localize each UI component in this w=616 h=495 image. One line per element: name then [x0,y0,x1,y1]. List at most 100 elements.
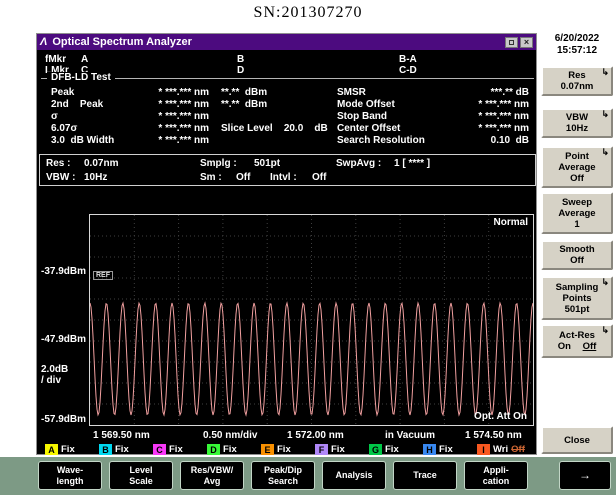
softkey-trace[interactable]: Trace [393,461,457,490]
key-line: Appli- [483,465,509,475]
trace-g-box: G [369,444,382,455]
row-level: Slice Level 20.0 dB [221,123,328,134]
row-wl: * ***.*** nm [158,123,209,134]
key-line: Peak/Dip [263,465,303,475]
more-icon: ↳ [601,325,609,335]
lmkr-diff: C-D [399,65,417,76]
softkey-analysis[interactable]: Analysis [322,461,386,490]
fmkr-diff: B-A [399,54,417,65]
trace-d-box: D [207,444,220,455]
row-level: **.** dBm [221,87,268,98]
sm-label: Sm : [200,172,222,183]
row-rvalue: 0.10 dB [490,135,529,146]
vbw-label: VBW : [46,172,76,183]
side-key-vbw[interactable]: ↳ VBW 10Hz [541,108,613,138]
time-text: 15:57:12 [556,45,598,56]
trace-c-box: C [153,444,166,455]
analysis-row: 2nd Peak * ***.*** nm **.** dBm Mode Off… [41,99,534,111]
trace-legend: A Fix B Fix C Fix D Fix E Fix F Fix G Fix H Fix … [45,443,534,456]
intvl-label: Intvl : [270,172,297,183]
trace-g-state: Fix [385,444,399,455]
key-line: Sweep [561,196,593,208]
key-line: Off [570,255,584,266]
x-label-div: 0.50 nm/div [203,430,258,441]
side-key-smooth[interactable]: ↳ Smooth Off [541,240,613,270]
act-res-on-option[interactable]: On [558,341,571,352]
more-icon: ↳ [601,109,609,119]
next-menu-arrow-icon: → [579,468,591,483]
res-value: 0.07nm [84,158,119,169]
key-line: Smooth [559,244,595,255]
trace-mode-label: Normal [493,217,528,228]
act-res-off-option[interactable]: Off [583,341,597,352]
restore-glyph [509,39,514,45]
trace-f-box: F [315,444,328,455]
softkey-application[interactable]: Appli- cation [464,461,528,490]
row-rvalue: * ***.*** nm [478,99,529,110]
softkey-peak-dip-search[interactable]: Peak/Dip Search [251,461,315,490]
softkey-next-menu[interactable]: → [559,461,611,490]
window-title: Optical Spectrum Analyzer [52,36,192,48]
analysis-row: σ * ***.*** nm Stop Band * ***.*** nm [41,111,534,123]
smplg-value: 501pt [254,158,281,169]
trace-b-state: Fix [115,444,129,455]
y-scale-value: 2.0dB [41,364,69,375]
trace-a-state: Fix [61,444,75,455]
side-key-close[interactable]: Close [541,426,613,454]
row-label: 6.07σ [51,123,78,134]
key-line: 1 [574,218,580,230]
settings-summary: Res : 0.07nm Smplg : 501pt SwpAvg : 1 [ … [39,154,536,186]
trace-c-state: Fix [169,444,183,455]
trace-d-state: Fix [223,444,237,455]
row-label: Peak [51,87,75,98]
key-line: Level [129,465,153,475]
trace-e-box: E [261,444,274,455]
close-icon[interactable]: × [520,36,533,48]
restore-icon[interactable] [505,36,518,48]
trace-indicator-f: F Fix [315,444,369,455]
x-label-stop: 1 574.50 nm [465,430,522,441]
key-line: 10Hz [565,123,589,134]
key-line: Off [570,172,584,184]
key-line: Sampling [555,281,599,293]
key-line: Trace [413,470,437,481]
softkey-wavelength[interactable]: Wave- length [38,461,102,490]
key-line: Res/VBW/ [190,465,234,475]
opt-att-status: Opt. Att On [474,411,527,422]
trace-indicator-i: I Wri Off [477,444,534,455]
softkey-res-vbw-avg[interactable]: Res/VBW/ Avg [180,461,244,490]
intvl-value: Off [312,172,327,183]
row-wl: * ***.*** nm [158,99,209,110]
trace-indicator-e: E Fix [261,444,315,455]
side-key-res[interactable]: ↳ Res 0.07nm [541,66,613,96]
key-line: Analysis [335,470,373,481]
row-label: 2nd Peak [51,99,104,110]
key-line: Wave- [56,465,84,475]
x-label-medium: in Vacuum [385,430,436,441]
x-label-start: 1 569.50 nm [93,430,150,441]
analysis-row: 6.07σ * ***.*** nm Slice Level 20.0 dB C… [41,123,534,135]
key-line: Average [558,207,596,219]
row-rvalue: * ***.*** nm [478,123,529,134]
softkey-level-scale[interactable]: Level Scale [109,461,173,490]
swpavg-label: SwpAvg : [336,158,382,169]
side-key-sampling-points[interactable]: ↳ Sampling Points 501pt [541,276,613,320]
trace-e-state: Fix [277,444,291,455]
side-key-point-average[interactable]: ↳ Point Average Off [541,146,613,188]
trace-indicator-d: D Fix [207,444,261,455]
y-label-bottom: -57.9dBm [41,414,87,425]
side-panel: 6/20/2022 15:57:12 ↳ Res 0.07nm ↳ VBW 10… [540,33,614,455]
key-line: Res [568,70,586,81]
function-key-bar: Wave- length Level Scale Res/VBW/ Avg Pe… [0,457,616,495]
more-icon: ↳ [601,67,609,77]
key-line: 0.07nm [560,81,594,92]
window-titlebar[interactable]: Λ Optical Spectrum Analyzer × [37,34,536,50]
fmkr-a: A [81,54,89,65]
row-rlabel: Center Offset [337,123,401,134]
key-line: Points [562,292,592,304]
side-key-sweep-average[interactable]: ↳ Sweep Average 1 [541,192,613,234]
y-label-mid: -47.9dBm [41,334,87,345]
vbw-value: 10Hz [84,172,108,183]
side-key-act-res[interactable]: ↳ Act-Res On Off [541,324,613,358]
ref-marker: REF [93,271,113,280]
